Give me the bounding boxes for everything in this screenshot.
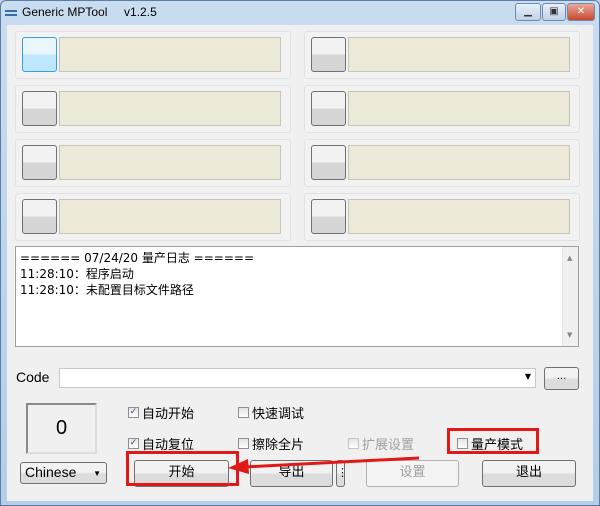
counter-display: 0 bbox=[26, 403, 97, 454]
checkbox-label: 快速调试 bbox=[252, 407, 305, 422]
slot-group bbox=[15, 139, 291, 187]
checkbox-checked-icon: ✓ bbox=[128, 407, 139, 418]
checkbox-label: 自动开始 bbox=[142, 407, 195, 422]
slot-button[interactable] bbox=[311, 199, 346, 234]
slot-group bbox=[15, 85, 291, 133]
client-area: ====== 07/24/20 量产日志 ====== 11:28:10：程序启… bbox=[7, 25, 593, 501]
checkbox-checked-icon: ✓ bbox=[128, 438, 139, 449]
log-scrollbar[interactable]: ▲ ▼ bbox=[562, 247, 578, 346]
code-combobox[interactable]: ▼ bbox=[59, 368, 536, 388]
slot-button[interactable] bbox=[22, 37, 57, 72]
slot-status-field bbox=[59, 91, 281, 126]
fast-debug-checkbox[interactable]: 快速调试 bbox=[238, 403, 304, 422]
title-bar[interactable]: Generic MPTool v1.2.5 ▁ ▣ ✕ bbox=[1, 1, 599, 25]
maximize-button[interactable]: ▣ bbox=[542, 3, 566, 21]
slot-button[interactable] bbox=[311, 37, 346, 72]
slot-group bbox=[304, 85, 580, 133]
checkbox-icon bbox=[238, 407, 249, 418]
slot-group bbox=[304, 193, 580, 241]
chevron-down-icon: ▼ bbox=[93, 469, 101, 478]
slot-group bbox=[15, 31, 291, 79]
slot-status-field bbox=[59, 199, 281, 234]
window-title: Generic MPTool v1.2.5 bbox=[22, 5, 157, 19]
log-line: 11:28:10：程序启动 bbox=[20, 267, 134, 281]
slot-status-field bbox=[348, 37, 570, 72]
browse-button[interactable]: ... bbox=[544, 367, 579, 390]
slot-status-field bbox=[348, 199, 570, 234]
log-line: 11:28:10：未配置目标文件路径 bbox=[20, 283, 194, 297]
scroll-up-icon[interactable]: ▲ bbox=[567, 250, 572, 266]
slot-button[interactable] bbox=[22, 145, 57, 180]
slot-status-field bbox=[59, 37, 281, 72]
slot-group bbox=[304, 139, 580, 187]
auto-start-checkbox[interactable]: ✓ 自动开始 bbox=[128, 403, 194, 422]
slot-button[interactable] bbox=[311, 145, 346, 180]
language-select[interactable]: Chinese ▼ bbox=[20, 462, 107, 484]
annotation-arrow bbox=[228, 456, 420, 474]
chevron-down-icon: ▼ bbox=[524, 372, 531, 381]
language-value: Chinese bbox=[25, 464, 77, 480]
checkbox-icon bbox=[348, 438, 359, 449]
close-button[interactable]: ✕ bbox=[567, 3, 595, 21]
checkbox-icon bbox=[238, 438, 249, 449]
main-window: Generic MPTool v1.2.5 ▁ ▣ ✕ ====== 07/24… bbox=[0, 0, 600, 506]
scroll-down-icon[interactable]: ▼ bbox=[567, 327, 572, 343]
exit-button[interactable]: 退出 bbox=[482, 460, 576, 487]
slot-status-field bbox=[59, 145, 281, 180]
slot-button[interactable] bbox=[311, 91, 346, 126]
slot-group bbox=[304, 31, 580, 79]
slot-group bbox=[15, 193, 291, 241]
annotation-box-mp-mode bbox=[447, 428, 539, 454]
slot-status-field bbox=[348, 145, 570, 180]
minimize-button[interactable]: ▁ bbox=[515, 3, 541, 21]
code-label: Code bbox=[16, 369, 50, 385]
slot-button[interactable] bbox=[22, 199, 57, 234]
slot-button[interactable] bbox=[22, 91, 57, 126]
log-panel: ====== 07/24/20 量产日志 ====== 11:28:10：程序启… bbox=[15, 246, 579, 347]
app-icon bbox=[5, 10, 17, 16]
log-line: ====== 07/24/20 量产日志 ====== bbox=[20, 251, 254, 265]
slot-status-field bbox=[348, 91, 570, 126]
